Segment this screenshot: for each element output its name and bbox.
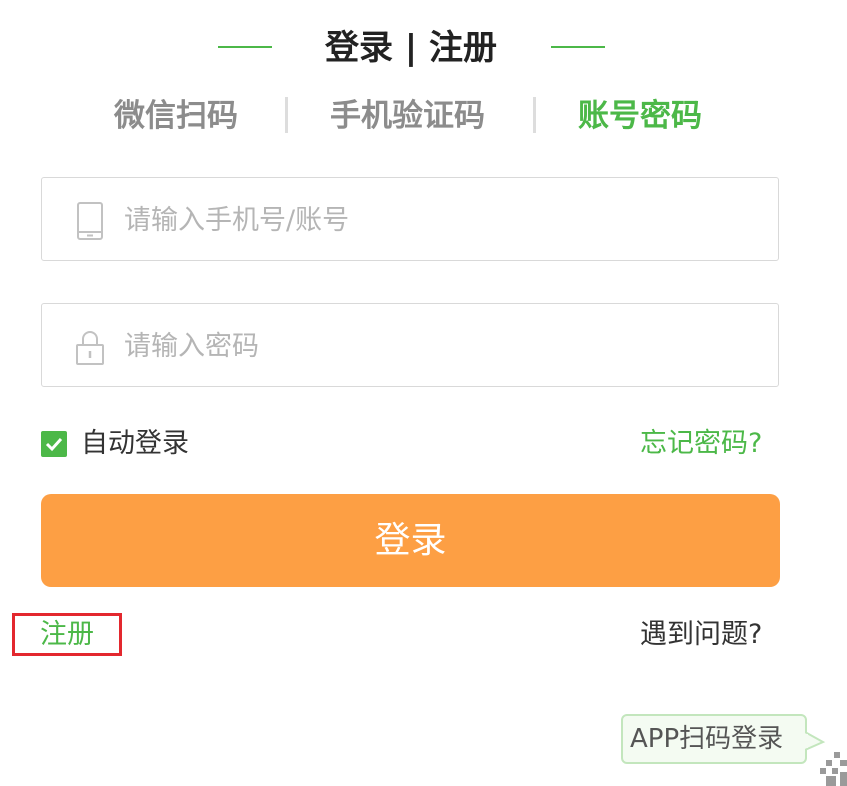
account-input[interactable] [122,194,746,246]
password-input[interactable] [122,320,746,372]
forgot-password-link[interactable]: 忘记密码? [640,424,762,464]
title-decor-line-right [551,46,605,48]
account-field[interactable] [41,177,779,261]
tab-account-password[interactable]: 账号密码 [578,88,702,144]
login-method-tabs: 微信扫码 手机验证码 账号密码 [0,88,847,144]
app-scan-login-button[interactable]: APP扫码登录 [621,714,807,764]
login-header: 登录 | 注册 [0,22,847,74]
tab-divider [533,97,536,133]
login-button[interactable]: 登录 [41,494,780,587]
register-link[interactable]: 注册 [40,615,94,655]
tab-wechat-scan[interactable]: 微信扫码 [114,88,238,144]
app-scan-login-label: APP扫码登录 [630,724,784,754]
phone-icon [74,202,106,240]
page-title: 登录 | 注册 [324,28,498,68]
tab-divider [285,97,288,133]
title-decor-line-left [218,46,272,48]
auto-login-label: 自动登录 [81,428,189,459]
lock-icon [74,328,106,366]
tab-sms-code[interactable]: 手机验证码 [330,88,485,144]
bubble-tail-icon [805,731,826,751]
password-field[interactable] [41,303,779,387]
qr-code-icon[interactable] [820,752,847,786]
help-link[interactable]: 遇到问题? [640,615,762,655]
auto-login-checkbox[interactable] [41,431,67,457]
